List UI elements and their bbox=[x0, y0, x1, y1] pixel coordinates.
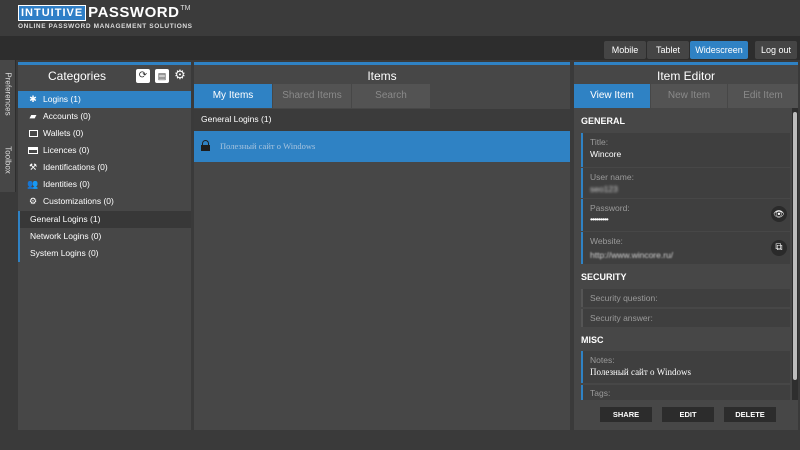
category-logins[interactable]: ✱ Logins (1) bbox=[18, 91, 191, 108]
category-licences[interactable]: Licences (0) bbox=[18, 142, 191, 159]
categories-title: Categories bbox=[47, 69, 107, 83]
category-customizations[interactable]: ⚙ Customizations (0) bbox=[18, 193, 191, 210]
lock-icon bbox=[201, 140, 210, 151]
category-label: Customizations (0) bbox=[43, 196, 114, 206]
subcategory-label: System Logins (0) bbox=[30, 248, 99, 258]
security-question-field: Security question: bbox=[581, 289, 790, 307]
tablet-button[interactable]: Tablet bbox=[647, 41, 689, 59]
security-question-label: Security question: bbox=[590, 293, 658, 303]
category-accounts[interactable]: ▰ Accounts (0) bbox=[18, 108, 191, 125]
title-value: Wincore bbox=[590, 149, 622, 159]
title-field: Title: Wincore bbox=[581, 133, 790, 167]
logout-button[interactable]: Log out bbox=[755, 41, 797, 59]
toolbox-tab-label: Toolbox bbox=[3, 146, 13, 174]
notes-value: Полезный сайт о Windows bbox=[590, 367, 691, 377]
wallet-icon bbox=[28, 129, 38, 139]
notes-field: Notes: Полезный сайт о Windows bbox=[581, 351, 790, 383]
item-row[interactable]: Полезный сайт о Windows bbox=[194, 131, 570, 162]
preferences-tab[interactable]: Preferences bbox=[0, 60, 16, 128]
item-editor-title: Item Editor bbox=[656, 69, 716, 83]
book-icon: ▰ bbox=[29, 111, 37, 121]
subcategory-system-logins[interactable]: System Logins (0) bbox=[18, 245, 191, 262]
category-label: Accounts (0) bbox=[43, 111, 91, 121]
website-label: Website: bbox=[590, 236, 623, 246]
scrollbar-thumb[interactable] bbox=[793, 112, 797, 380]
widescreen-button[interactable]: Widescreen bbox=[690, 41, 748, 59]
items-panel: Items General Logins (1) Полезный сайт о… bbox=[194, 62, 570, 430]
category-list: ✱ Logins (1) ▰ Accounts (0) Wallets (0) … bbox=[18, 91, 191, 210]
item-group-header: General Logins (1) bbox=[194, 109, 570, 131]
tab-view-item[interactable]: View Item bbox=[574, 84, 650, 108]
card-icon bbox=[28, 146, 38, 156]
category-identifications[interactable]: ⚒ Identifications (0) bbox=[18, 159, 191, 176]
items-title: Items bbox=[367, 69, 397, 83]
subcategory-list: General Logins (1) Network Logins (0) Sy… bbox=[18, 211, 191, 262]
password-field: Password: ••••••••• bbox=[581, 199, 790, 231]
website-field: Website: http://www.wincore.ru/ bbox=[581, 232, 790, 264]
username-value: seo123 bbox=[590, 184, 618, 194]
editor-scrollbar[interactable] bbox=[792, 108, 798, 400]
tab-shared-items[interactable]: Shared Items bbox=[273, 84, 351, 108]
item-group-label: General Logins (1) bbox=[201, 114, 272, 124]
toolbox-tab[interactable]: Toolbox bbox=[0, 128, 16, 192]
category-wallets[interactable]: Wallets (0) bbox=[18, 125, 191, 142]
subcategory-label: Network Logins (0) bbox=[30, 231, 102, 241]
tab-search[interactable]: Search bbox=[352, 84, 430, 108]
preferences-tab-label: Preferences bbox=[3, 72, 13, 116]
tab-my-items[interactable]: My Items bbox=[194, 84, 272, 108]
category-label: Licences (0) bbox=[43, 145, 90, 155]
book-icon[interactable]: ▤ bbox=[155, 69, 169, 83]
open-link-external-icon[interactable]: ⧉ bbox=[771, 240, 787, 256]
tags-label: Tags: bbox=[590, 388, 611, 398]
logo-box-text: INTUITIVE bbox=[18, 5, 87, 21]
mobile-button[interactable]: Mobile bbox=[604, 41, 646, 59]
users-icon: 👥 bbox=[27, 179, 39, 189]
logo-word-text: PASSWORD bbox=[88, 4, 180, 21]
gears-icon: ⚙ bbox=[28, 196, 38, 206]
category-label: Wallets (0) bbox=[43, 128, 84, 138]
edit-button[interactable]: EDIT bbox=[662, 407, 714, 422]
title-label: Title: bbox=[590, 137, 609, 147]
website-value: http://www.wincore.ru/ bbox=[590, 250, 674, 260]
categories-panel: Categories ⟳ ▤ ⚙ ✱ Logins (1) ▰ Accounts… bbox=[18, 62, 191, 430]
security-answer-field: Security answer: bbox=[581, 309, 790, 327]
category-label: Identities (0) bbox=[43, 179, 90, 189]
subcategory-general-logins[interactable]: General Logins (1) bbox=[18, 211, 191, 228]
subcategory-network-logins[interactable]: Network Logins (0) bbox=[18, 228, 191, 245]
category-label: Identifications (0) bbox=[43, 162, 108, 172]
reveal-password-eye-icon[interactable]: 👁 bbox=[771, 206, 787, 222]
settings-gear-icon[interactable]: ⚙ bbox=[173, 68, 187, 82]
password-label: Password: bbox=[590, 203, 630, 213]
tags-field: Tags: bbox=[581, 385, 790, 400]
subcategory-label: General Logins (1) bbox=[30, 214, 101, 224]
username-label: User name: bbox=[590, 172, 634, 182]
item-title: Полезный сайт о Windows bbox=[220, 141, 316, 151]
logo-subtitle: ONLINE PASSWORD MANAGEMENT SOLUTIONS bbox=[18, 23, 193, 30]
username-field: User name: seo123 bbox=[581, 168, 790, 198]
password-value: ••••••••• bbox=[590, 214, 609, 224]
security-section-title: SECURITY bbox=[581, 272, 627, 282]
tab-new-item[interactable]: New Item bbox=[651, 84, 727, 108]
security-answer-label: Security answer: bbox=[590, 313, 653, 323]
refresh-icon[interactable]: ⟳ bbox=[136, 69, 150, 83]
tab-edit-item[interactable]: Edit Item bbox=[728, 84, 798, 108]
gavel-icon: ⚒ bbox=[28, 162, 38, 172]
logo-tm: TM bbox=[180, 5, 191, 12]
category-label: Logins (1) bbox=[43, 94, 81, 104]
delete-button[interactable]: DELETE bbox=[724, 407, 776, 422]
share-button[interactable]: SHARE bbox=[600, 407, 652, 422]
notes-label: Notes: bbox=[590, 355, 615, 365]
general-section-title: GENERAL bbox=[581, 116, 626, 126]
app-logo: INTUITIVE PASSWORD TM ONLINE PASSWORD MA… bbox=[18, 5, 193, 30]
misc-section-title: MISC bbox=[581, 335, 604, 345]
category-identities[interactable]: 👥 Identities (0) bbox=[18, 176, 191, 193]
asterisk-icon: ✱ bbox=[29, 94, 37, 104]
